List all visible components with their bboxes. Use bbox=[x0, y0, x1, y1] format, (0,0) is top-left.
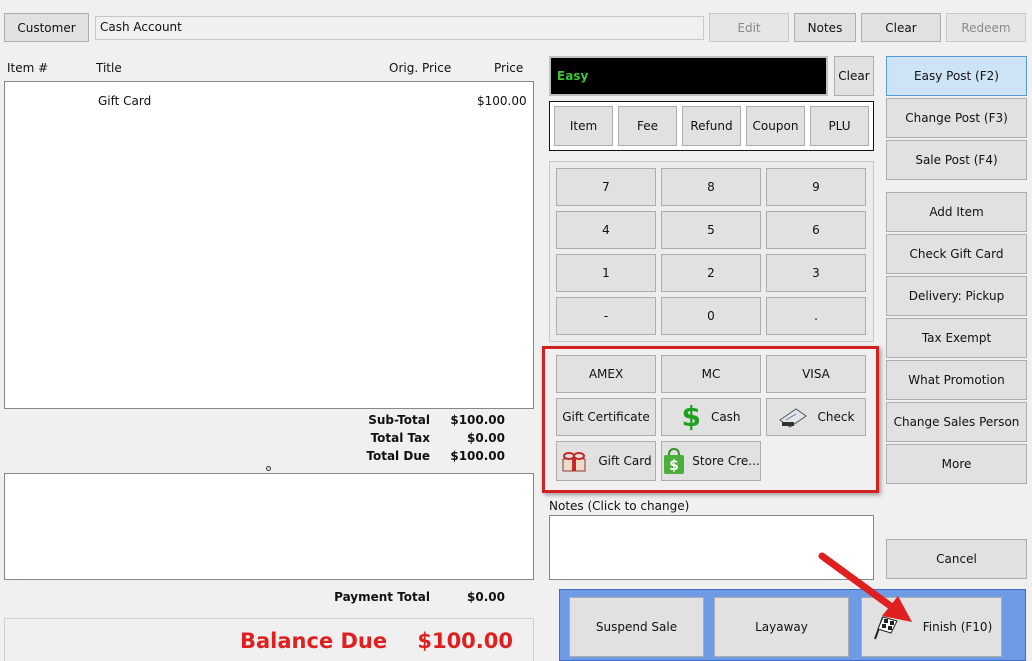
item-type-button[interactable]: Item bbox=[554, 106, 613, 146]
coupon-type-button[interactable]: Coupon bbox=[746, 106, 805, 146]
store-credit-button[interactable]: $ Store Cre... bbox=[661, 441, 761, 481]
store-credit-label: Store Cre... bbox=[692, 454, 760, 468]
delivery-pickup-button[interactable]: Delivery: Pickup bbox=[886, 276, 1027, 316]
notes-button[interactable]: Notes bbox=[794, 13, 856, 42]
payment-total-label: Payment Total bbox=[334, 590, 430, 604]
check-gift-card-button[interactable]: Check Gift Card bbox=[886, 234, 1027, 274]
edit-button[interactable]: Edit bbox=[709, 13, 789, 42]
column-header-price[interactable]: Price bbox=[494, 61, 523, 75]
subtotal-label: Sub-Total bbox=[368, 413, 430, 427]
entry-display[interactable]: Easy bbox=[549, 56, 828, 96]
shopping-bag-icon: $ bbox=[662, 447, 686, 475]
redeem-button[interactable]: Redeem bbox=[946, 13, 1026, 42]
balance-due-label: Balance Due bbox=[240, 629, 388, 653]
plu-type-button[interactable]: PLU bbox=[810, 106, 869, 146]
check-payment-icon bbox=[778, 406, 808, 428]
fee-type-button[interactable]: Fee bbox=[618, 106, 677, 146]
entry-clear-button[interactable]: Clear bbox=[834, 56, 874, 96]
row-price: $100.00 bbox=[477, 94, 527, 108]
key-4[interactable]: 4 bbox=[556, 211, 656, 249]
key-7[interactable]: 7 bbox=[556, 168, 656, 206]
key-5[interactable]: 5 bbox=[661, 211, 761, 249]
what-promotion-button[interactable]: What Promotion bbox=[886, 360, 1027, 400]
account-field[interactable]: Cash Account bbox=[95, 16, 704, 40]
clear-button[interactable]: Clear bbox=[861, 13, 941, 42]
cash-button[interactable]: $ Cash bbox=[661, 398, 761, 436]
balance-due-panel: Balance Due $100.00 bbox=[4, 618, 534, 661]
total-tax-value: $0.00 bbox=[467, 431, 505, 445]
mc-button[interactable]: MC bbox=[661, 355, 761, 393]
key-1[interactable]: 1 bbox=[556, 254, 656, 292]
cash-label: Cash bbox=[710, 410, 741, 424]
refund-type-button[interactable]: Refund bbox=[682, 106, 741, 146]
row-title: Gift Card bbox=[98, 94, 152, 108]
sale-post-button[interactable]: Sale Post (F4) bbox=[886, 140, 1027, 180]
check-label: Check bbox=[817, 410, 855, 424]
column-header-item-no[interactable]: Item # bbox=[7, 61, 48, 75]
more-button[interactable]: More bbox=[886, 444, 1027, 484]
key-0[interactable]: 0 bbox=[661, 297, 761, 335]
gift-card-label: Gift Card bbox=[598, 454, 652, 468]
splitter-handle[interactable] bbox=[266, 466, 271, 471]
tax-exempt-button[interactable]: Tax Exempt bbox=[886, 318, 1027, 358]
svg-text:$: $ bbox=[669, 458, 679, 474]
key-minus[interactable]: - bbox=[556, 297, 656, 335]
key-6[interactable]: 6 bbox=[766, 211, 866, 249]
gift-card-button[interactable]: Gift Card bbox=[556, 441, 656, 481]
gift-certificate-button[interactable]: Gift Certificate bbox=[556, 398, 656, 436]
customer-button[interactable]: Customer bbox=[4, 13, 89, 42]
column-header-title[interactable]: Title bbox=[96, 61, 122, 75]
check-button[interactable]: Check bbox=[766, 398, 866, 436]
finish-label: Finish (F10) bbox=[922, 620, 993, 634]
items-list[interactable]: Gift Card $100.00 bbox=[4, 81, 534, 409]
notes-label[interactable]: Notes (Click to change) bbox=[549, 499, 689, 513]
total-tax-label: Total Tax bbox=[370, 431, 430, 445]
dollar-icon: $ bbox=[681, 400, 701, 433]
total-due-value: $100.00 bbox=[450, 449, 505, 463]
key-decimal[interactable]: . bbox=[766, 297, 866, 335]
easy-post-button[interactable]: Easy Post (F2) bbox=[886, 56, 1027, 96]
table-row[interactable]: Gift Card $100.00 bbox=[5, 92, 533, 110]
add-item-button[interactable]: Add Item bbox=[886, 192, 1027, 232]
change-sales-person-button[interactable]: Change Sales Person bbox=[886, 402, 1027, 442]
gift-icon bbox=[560, 449, 588, 473]
payment-total-value: $0.00 bbox=[467, 590, 505, 604]
change-post-button[interactable]: Change Post (F3) bbox=[886, 98, 1027, 138]
amex-button[interactable]: AMEX bbox=[556, 355, 656, 393]
key-9[interactable]: 9 bbox=[766, 168, 866, 206]
entry-type-group: Item Fee Refund Coupon PLU bbox=[549, 101, 874, 151]
key-8[interactable]: 8 bbox=[661, 168, 761, 206]
subtotal-value: $100.00 bbox=[450, 413, 505, 427]
visa-button[interactable]: VISA bbox=[766, 355, 866, 393]
balance-due-value: $100.00 bbox=[417, 629, 513, 653]
key-2[interactable]: 2 bbox=[661, 254, 761, 292]
payments-list[interactable] bbox=[4, 473, 534, 580]
key-3[interactable]: 3 bbox=[766, 254, 866, 292]
total-due-label: Total Due bbox=[366, 449, 430, 463]
annotation-arrow-icon bbox=[818, 552, 912, 622]
column-header-orig-price[interactable]: Orig. Price bbox=[389, 61, 451, 75]
keypad: 7 8 9 4 5 6 1 2 3 - 0 . bbox=[549, 161, 874, 342]
suspend-sale-button[interactable]: Suspend Sale bbox=[569, 597, 704, 657]
